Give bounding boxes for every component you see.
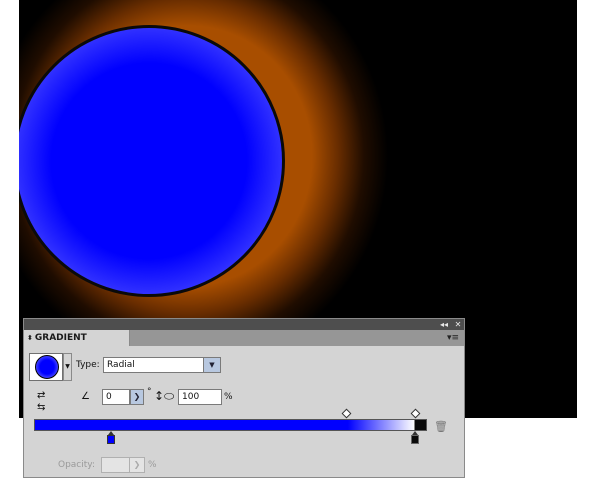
type-label: Type: (76, 360, 100, 370)
angle-icon: ∠ (81, 391, 90, 402)
angle-input[interactable]: 0 (102, 389, 130, 405)
type-select-value: Radial (107, 360, 135, 370)
gradient-midpoint-2[interactable] (410, 408, 421, 419)
type-select[interactable]: Radial ▼ (103, 357, 221, 373)
gradient-stop-black[interactable] (411, 431, 419, 444)
gradient-panel: ◂◂ ✕ ⬍ GRADIENT ▾≡ ▼ Type: Radial ▼ ⇄ ⇆ ∠ … (23, 318, 465, 478)
gradient-preview-dot (35, 355, 59, 379)
aspect-ratio-input[interactable]: 100 (178, 389, 222, 405)
chevron-down-icon[interactable]: ▼ (63, 353, 72, 381)
collapse-panel-icon[interactable]: ◂◂ (438, 319, 450, 330)
panel-title-bar[interactable]: ◂◂ ✕ (24, 319, 464, 330)
aspect-ratio-unit: % (224, 392, 233, 402)
gradient-ramp-slider[interactable] (34, 419, 427, 431)
trash-icon[interactable]: 🗑 (434, 420, 448, 433)
reverse-gradient-icon[interactable]: ⇄ ⇆ (37, 390, 45, 414)
aspect-ratio-icon: ↕⬭ (154, 389, 175, 403)
opacity-input[interactable]: ❯ (101, 457, 145, 473)
tab-arrows-icon: ⬍ (27, 334, 33, 342)
tab-gradient[interactable]: ⬍ GRADIENT (24, 330, 130, 346)
gradient-midpoint-1[interactable] (341, 408, 352, 419)
radial-gradient-circle[interactable] (19, 25, 285, 297)
degree-symbol: ° (147, 387, 152, 397)
gradient-stop-blue[interactable] (107, 431, 115, 444)
tab-gradient-label: GRADIENT (34, 333, 87, 343)
close-panel-icon[interactable]: ✕ (452, 319, 464, 330)
angle-stepper-chevron-icon[interactable]: ❯ (130, 389, 144, 405)
panel-menu-icon[interactable]: ▾≡ (447, 333, 459, 343)
chevron-down-icon[interactable]: ▼ (203, 358, 220, 372)
opacity-unit: % (148, 460, 157, 470)
gradient-preview-swatch[interactable] (29, 353, 63, 381)
opacity-label: Opacity: (58, 460, 95, 470)
opacity-stepper-chevron-icon[interactable]: ❯ (129, 458, 144, 472)
panel-tab-row: ⬍ GRADIENT ▾≡ (24, 330, 464, 346)
